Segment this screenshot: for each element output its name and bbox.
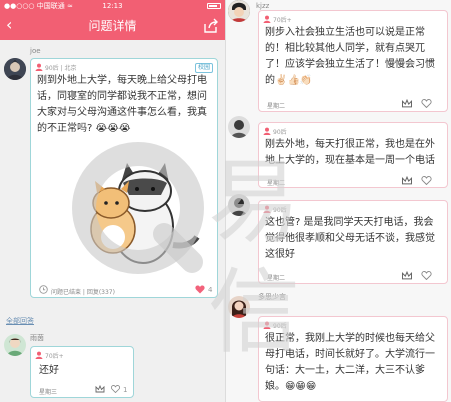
answer-time: 星期三	[39, 389, 58, 396]
question-footer[interactable]: 问题已结束 | 回复(337)	[51, 287, 115, 296]
answer-avatar[interactable]	[228, 194, 250, 216]
person-icon	[228, 0, 250, 22]
page-title: 问题详情	[88, 19, 137, 33]
answer-avatar[interactable]	[228, 116, 250, 138]
all-answers-label[interactable]: 全部回答	[6, 316, 34, 326]
answer-text: 刚步入社会独立生活也可以说是正常 的！相比较其他人同学，就有点哭兀 了！应该学会…	[265, 27, 435, 86]
heart-icon[interactable]	[421, 176, 432, 185]
left-screen: ●●○○○ 中国联通 ≈ 12:13 ‹ 问题详情 joe 90后 | 北京 校…	[0, 0, 225, 402]
answer-card[interactable]: 70后+ 刚步入社会独立生活也可以说是正常 的！相比较其他人同学，就有点哭兀 了…	[258, 10, 448, 112]
user-icon	[263, 321, 271, 329]
answer-avatar[interactable]	[4, 334, 26, 356]
answer-card[interactable]: 90后 刚去外地，每天打很正常，我也是在外 地上大学的，现在基本是一周一个电话 …	[258, 122, 448, 188]
crown-icon[interactable]	[401, 99, 413, 108]
person-icon	[228, 194, 250, 216]
answer-author[interactable]: 多思少言	[258, 292, 286, 302]
right-screen: kjzz 70后+ 刚步入社会独立生活也可以说是正常 的！相比较其他人同学，就有…	[226, 0, 451, 402]
question-avatar[interactable]	[4, 58, 26, 80]
person-icon	[228, 116, 250, 138]
heart-icon[interactable]	[421, 271, 432, 280]
answer-time: 星期二	[267, 103, 286, 110]
answer-tag: 90后	[273, 323, 287, 330]
answer-tag: 90后	[273, 129, 287, 136]
campus-badge: 校园	[195, 63, 214, 73]
answer-text: 还好	[39, 365, 59, 376]
heart-icon[interactable]	[421, 99, 432, 108]
nav-bar: ‹ 问题详情	[0, 12, 225, 40]
answer-text: 很正常，我刚上大学的时候也每天给父 母打电话，时间长就好了。大学流行一 句话：大…	[265, 333, 435, 392]
share-icon[interactable]	[203, 18, 219, 34]
status-bar: ●●○○○ 中国联通 ≈ 12:13	[0, 0, 225, 12]
question-card[interactable]: 90后 | 北京 校园 刚到外地上大学，每天晚上给父母打电 话，同寝室的同学都说…	[30, 58, 218, 298]
question-author[interactable]: joe	[30, 47, 41, 55]
user-icon	[263, 205, 271, 213]
answer-author[interactable]: kjzz	[256, 2, 269, 10]
question-like-count: 4	[208, 286, 213, 294]
question-text: 刚到外地上大学，每天晚上给父母打电 话，同寝室的同学都说我不正常，想问 大家对与…	[37, 75, 207, 134]
crown-icon[interactable]	[401, 271, 413, 280]
answer-tag: 90后	[273, 207, 287, 214]
user-icon	[263, 15, 271, 23]
answer-time: 星期二	[267, 275, 286, 282]
answer-tag: 70后+	[45, 353, 64, 360]
user-icon	[35, 351, 43, 359]
answer-time: 星期二	[267, 180, 286, 187]
crown-icon[interactable]	[401, 176, 413, 185]
question-tag: 90后 | 北京	[45, 65, 77, 72]
person-icon	[4, 334, 26, 356]
user-icon	[263, 127, 271, 135]
clock: 12:13	[102, 2, 123, 10]
answer-card[interactable]: 90后 这也管? 是是我同学天天打电话，我会 觉得他很孝顺和父母无话不谈，我感觉…	[258, 200, 448, 284]
answer-card[interactable]: 70后+ 还好 星期三 1	[30, 346, 134, 398]
answer-card[interactable]: 90后 很正常，我刚上大学的时候也每天给父 母打电话，时间长就好了。大学流行一 …	[258, 316, 448, 402]
answer-text: 刚去外地，每天打很正常，我也是在外 地上大学的，现在基本是一周一个电话	[265, 139, 435, 166]
clock-icon	[39, 285, 48, 294]
crown-icon[interactable]	[95, 385, 105, 393]
answer-tag: 70后+	[273, 17, 292, 24]
answer-author[interactable]: 雨茵	[30, 333, 44, 343]
answer-text: 这也管? 是是我同学天天打电话，我会 觉得他很孝顺和父母无话不谈，我感觉 这很好	[265, 217, 435, 260]
answer-avatar[interactable]	[228, 296, 250, 318]
person-icon	[4, 58, 26, 80]
heart-icon[interactable]	[195, 285, 205, 294]
battery-icon	[207, 3, 221, 9]
heart-icon[interactable]	[111, 385, 120, 393]
cat-dog-illustration	[90, 163, 200, 264]
user-icon	[35, 63, 43, 71]
answer-like-count: 1	[123, 386, 128, 394]
answer-avatar[interactable]	[228, 0, 250, 22]
person-icon	[228, 296, 250, 318]
